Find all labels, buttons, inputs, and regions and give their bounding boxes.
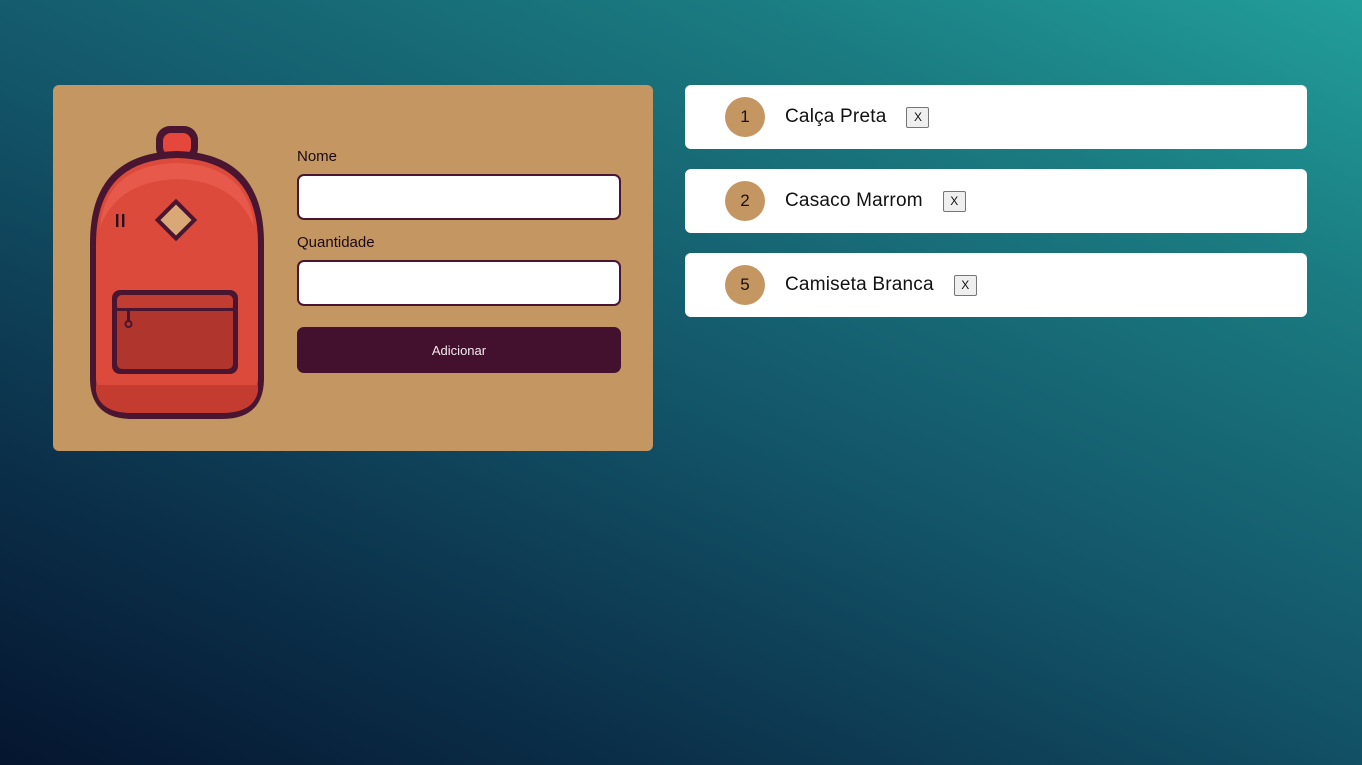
item-name: Casaco Marrom	[785, 190, 923, 211]
delete-button[interactable]: X	[953, 274, 977, 296]
delete-button[interactable]: X	[906, 106, 930, 128]
delete-button[interactable]: X	[942, 190, 966, 212]
name-label: Nome	[297, 148, 338, 165]
quantity-badge: 2	[725, 181, 765, 221]
name-input[interactable]	[297, 174, 621, 220]
add-item-form: Nome Quantidade Adicionar	[297, 147, 621, 373]
quantity-input[interactable]	[297, 260, 621, 306]
item-list: 1 Calça Preta X 2 Casaco Marrom X 5 Cami…	[685, 85, 1307, 337]
quantity-badge: 5	[725, 265, 765, 305]
quantity-label: Quantidade	[297, 234, 375, 251]
list-item: 5 Camiseta Branca X	[685, 253, 1307, 317]
list-item: 2 Casaco Marrom X	[685, 169, 1307, 233]
backpack-icon	[90, 126, 264, 419]
quantity-badge: 1	[725, 97, 765, 137]
add-item-card: Nome Quantidade Adicionar	[53, 85, 653, 451]
add-button[interactable]: Adicionar	[297, 327, 621, 373]
item-name: Camiseta Branca	[785, 274, 934, 295]
item-name: Calça Preta	[785, 106, 887, 127]
list-item: 1 Calça Preta X	[685, 85, 1307, 149]
